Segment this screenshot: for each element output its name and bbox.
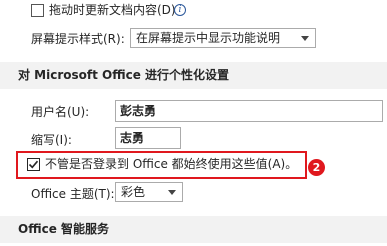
initials-label: 缩写(I): xyxy=(31,133,72,147)
chevron-down-icon xyxy=(301,36,309,41)
callout-badge: 2 xyxy=(308,159,325,176)
always-use-checkbox[interactable] xyxy=(27,158,40,171)
intelligent-services-section-header: Office 智能服务 xyxy=(0,216,387,243)
drag-update-checkbox[interactable] xyxy=(31,4,44,17)
personalize-section-title: 对 Microsoft Office 进行个性化设置 xyxy=(18,68,230,82)
intelligent-services-section-title: Office 智能服务 xyxy=(18,222,110,236)
screentip-style-value: 在屏幕提示中显示功能说明 xyxy=(136,31,281,45)
username-value: 彭志勇 xyxy=(120,104,157,118)
checkmark-icon xyxy=(28,160,39,169)
office-theme-label: Office 主题(T): xyxy=(31,187,115,201)
screentip-style-select[interactable]: 在屏幕提示中显示功能说明 xyxy=(130,28,316,48)
office-theme-value: 彩色 xyxy=(121,185,146,199)
drag-update-label: 拖动时更新文档内容(D) xyxy=(49,3,176,17)
always-use-label: 不管是否登录到 Office 都始终使用这些值(A)。 xyxy=(45,157,298,171)
info-icon[interactable]: i xyxy=(174,4,186,16)
username-label: 用户名(U): xyxy=(31,105,90,119)
chevron-down-icon xyxy=(168,190,176,195)
initials-value: 志勇 xyxy=(120,131,145,145)
office-theme-select[interactable]: 彩色 xyxy=(115,182,183,202)
initials-input[interactable]: 志勇 xyxy=(115,127,181,149)
username-input[interactable]: 彭志勇 xyxy=(115,100,383,122)
personalize-section-header: 对 Microsoft Office 进行个性化设置 xyxy=(0,62,387,89)
screentip-style-label: 屏幕提示样式(R): xyxy=(31,32,125,46)
